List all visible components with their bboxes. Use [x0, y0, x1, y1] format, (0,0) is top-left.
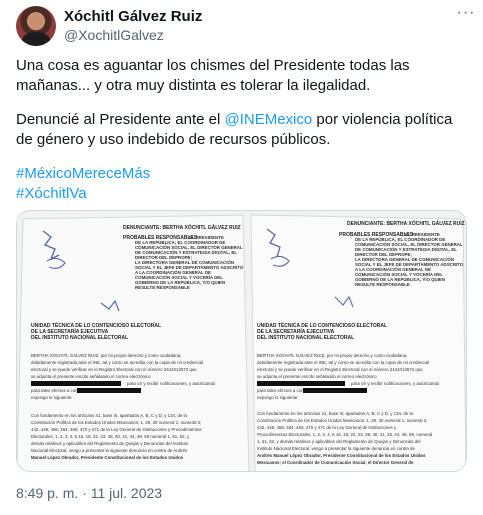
- hashtag-link-2[interactable]: #XóchitlVa: [16, 184, 87, 204]
- svg-text:UNIDAD TÉCNICA DE LO CONTENCIO: UNIDAD TÉCNICA DE LO CONTENCIOSO ELECTOR…: [31, 321, 161, 329]
- svg-text:DEL INSTITUTO NACIONAL ELECTOR: DEL INSTITUTO NACIONAL ELECTORAL: [257, 335, 354, 341]
- svg-text:Electorales, 1, 2, 3, 4, 5 16,: Electorales, 1, 2, 3, 4, 5 16, 18, 22, 2…: [31, 434, 190, 439]
- svg-text:Con fundamento en los artículo: Con fundamento en los artículos 41, base…: [31, 413, 188, 418]
- svg-text:UNIDAD TÉCNICA DE LO CONTENCIO: UNIDAD TÉCNICA DE LO CONTENCIOSO ELECTOR…: [257, 321, 387, 329]
- svg-text:DE LA SECRETARÍA EJECUTIVA: DE LA SECRETARÍA EJECUTIVA: [31, 327, 109, 335]
- tweet-text-paragraph-1: Una cosa es aguantar los chismes del Pre…: [16, 57, 410, 94]
- svg-text:Nacional Electoral, vengo a pr: Nacional Electoral, vengo a presentar la…: [31, 448, 188, 453]
- mention-link[interactable]: @INEMexico: [224, 111, 312, 128]
- svg-text:se adjunta el presente escrito: se adjunta el presente escrito señalando…: [31, 374, 151, 379]
- svg-text:442, 449; 456; 464; 465; 470 y: 442, 449; 456; 464; 465; 470 y 471 de la…: [31, 427, 202, 432]
- svg-text:Andrés Manuel López Obrador, P: Andrés Manuel López Obrador, Presidente …: [257, 453, 426, 458]
- svg-text:DE LA SECRETARÍA EJECUTIVA: DE LA SECRETARÍA EJECUTIVA: [257, 327, 335, 335]
- author-avatar[interactable]: [16, 6, 56, 46]
- svg-text:RESULTE RESPONSABLE: RESULTE RESPONSABLE: [135, 285, 190, 290]
- svg-text:Mexicanos; el Coordinador de C: Mexicanos; el Coordinador de Comunicació…: [257, 460, 414, 465]
- svg-text:Manuel López Obrador, Presiden: Manuel López Obrador, Presidente Constit…: [31, 455, 184, 460]
- document-page-left: DENUNCIANTE: BERTHA XÓCHITL GÁLVEZ RUIZ …: [17, 214, 250, 471]
- redaction-bar: [31, 381, 121, 386]
- svg-text:demás relativos y aplicables d: demás relativos y aplicables del Reglame…: [31, 441, 189, 446]
- svg-text:debidamente registrada ante el: debidamente registrada ante el INE, tal …: [31, 360, 203, 365]
- svg-text:para oír y recibir notificacio: para oír y recibir notificaciones, y aut…: [127, 381, 216, 386]
- tweet-timestamp[interactable]: 8:49 p. m. · 11 jul. 2023: [16, 485, 162, 501]
- author-handle[interactable]: @XochitlGalvez: [64, 27, 164, 43]
- more-options-icon[interactable]: ···: [456, 4, 476, 24]
- svg-text:Procedimientos Electorales, 1,: Procedimientos Electorales, 1, 2, 3, 4, …: [257, 432, 432, 437]
- redaction-bar: [257, 381, 345, 386]
- hashtag-link-1[interactable]: #MéxicoMereceMás: [16, 164, 150, 184]
- svg-text:Constitución Política de los E: Constitución Política de los Estados Uni…: [257, 418, 427, 423]
- author-display-name[interactable]: Xóchitl Gálvez Ruiz: [64, 8, 202, 25]
- svg-text:expongo lo siguiente:: expongo lo siguiente:: [31, 395, 73, 400]
- svg-text:DEL INSTITUTO NACIONAL ELECTOR: DEL INSTITUTO NACIONAL ELECTORAL: [31, 335, 128, 341]
- svg-text:442, 449; 456; 464; 465; 470 y: 442, 449; 456; 464; 465; 470 y 471 de la…: [257, 425, 397, 430]
- svg-text:electoral y se puede verificar: electoral y se puede verificar en el Reg…: [31, 367, 197, 372]
- svg-text:RESULTE RESPONSABLE: RESULTE RESPONSABLE: [355, 282, 410, 287]
- svg-text:BERTHA XÓCHITL GÁLVEZ RUIZ, po: BERTHA XÓCHITL GÁLVEZ RUIZ, por mi propi…: [31, 353, 181, 358]
- para2-start: Denuncié al Presidente ante el: [16, 111, 225, 128]
- redaction-bar: [303, 388, 367, 393]
- doc-body2-left: Con fundamento en los artículos 41, base…: [31, 413, 202, 460]
- svg-text:1, 61, 62, y demás relativos y: 1, 61, 62, y demás relativos y aplicable…: [257, 439, 421, 444]
- svg-text:Instituto Nacional Electoral,: Instituto Nacional Electoral, vengo a pr…: [257, 446, 415, 451]
- svg-text:se adjunta el presente escrito: se adjunta el presente escrito señalando…: [257, 374, 377, 379]
- svg-text:para oír y recibir notificacio: para oír y recibir notificaciones, y aut…: [351, 381, 440, 386]
- doc-denunciante-left: DENUNCIANTE: BERTHA XÓCHITL GÁLVEZ RUIZ: [123, 223, 241, 231]
- svg-text:debidamente registrada ante el: debidamente registrada ante el INE, tal …: [257, 360, 429, 365]
- svg-text:expongo lo siguiente:: expongo lo siguiente:: [257, 395, 299, 400]
- redaction-bar: [77, 388, 141, 393]
- tweet-text-paragraph-2: Denuncié al Presidente ante el @INEMexic…: [16, 110, 471, 150]
- document-page-right: DENUNCIANTE: BERTHA XÓCHITL GÁLVEZ RUIZ …: [250, 214, 466, 471]
- svg-text:Constitución Política de los E: Constitución Política de los Estados Uni…: [31, 420, 201, 425]
- svg-text:BERTHA XÓCHITL GÁLVEZ RUIZ, po: BERTHA XÓCHITL GÁLVEZ RUIZ, por mi propi…: [257, 353, 407, 358]
- document-pages: DENUNCIANTE: BERTHA XÓCHITL GÁLVEZ RUIZ …: [17, 214, 466, 471]
- doc-denunciante-right: DENUNCIANTE: BERTHA XÓCHITL GÁLVEZ RUIZ: [347, 219, 465, 227]
- svg-text:Con fundamento en los artículo: Con fundamento en los artículos 41, base…: [257, 411, 414, 416]
- attached-document-image[interactable]: DENUNCIANTE: BERTHA XÓCHITL GÁLVEZ RUIZ …: [16, 210, 467, 472]
- svg-text:electoral y se puede verificar: electoral y se puede verificar en el Reg…: [257, 367, 423, 372]
